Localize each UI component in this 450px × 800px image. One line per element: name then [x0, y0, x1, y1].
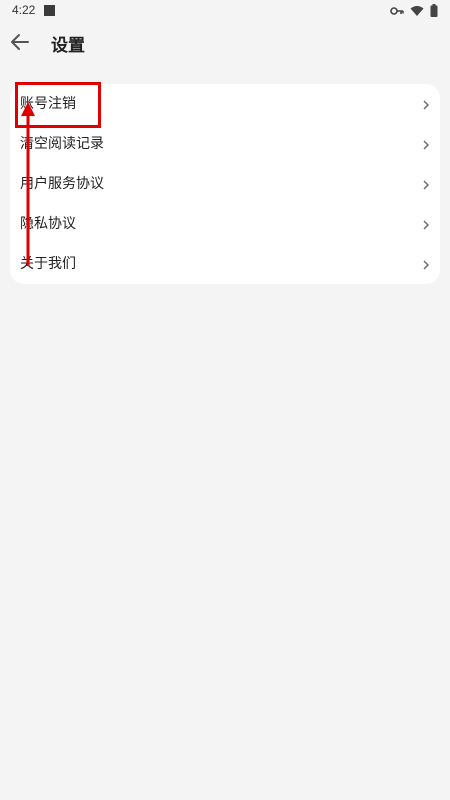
status-icons [390, 4, 438, 17]
page-title: 设置 [51, 36, 85, 56]
status-bar: 4:22 [0, 0, 450, 22]
arrow-left-icon [8, 34, 32, 58]
notification-icon [44, 5, 55, 16]
settings-card: 账号注销 清空阅读记录 用户服务协议 隐私协议 关于我们 [10, 84, 440, 284]
settings-item-label: 账号注销 [20, 96, 76, 112]
battery-icon [430, 4, 438, 17]
wifi-icon [410, 5, 424, 17]
settings-item-account-cancel[interactable]: 账号注销 [10, 84, 440, 124]
chevron-right-icon [422, 96, 430, 110]
status-time: 4:22 [12, 3, 36, 17]
settings-item-about-us[interactable]: 关于我们 [10, 244, 440, 284]
settings-item-label: 关于我们 [20, 256, 76, 272]
chevron-right-icon [422, 256, 430, 270]
settings-item-privacy[interactable]: 隐私协议 [10, 204, 440, 244]
settings-item-clear-history[interactable]: 清空阅读记录 [10, 124, 440, 164]
top-bar: 设置 [0, 22, 450, 62]
chevron-right-icon [422, 176, 430, 190]
settings-item-label: 隐私协议 [20, 216, 76, 232]
key-icon [390, 6, 404, 16]
chevron-right-icon [422, 216, 430, 230]
back-button[interactable] [8, 30, 32, 54]
settings-item-label: 用户服务协议 [20, 176, 104, 192]
settings-item-user-agreement[interactable]: 用户服务协议 [10, 164, 440, 204]
settings-item-label: 清空阅读记录 [20, 136, 104, 152]
chevron-right-icon [422, 136, 430, 150]
